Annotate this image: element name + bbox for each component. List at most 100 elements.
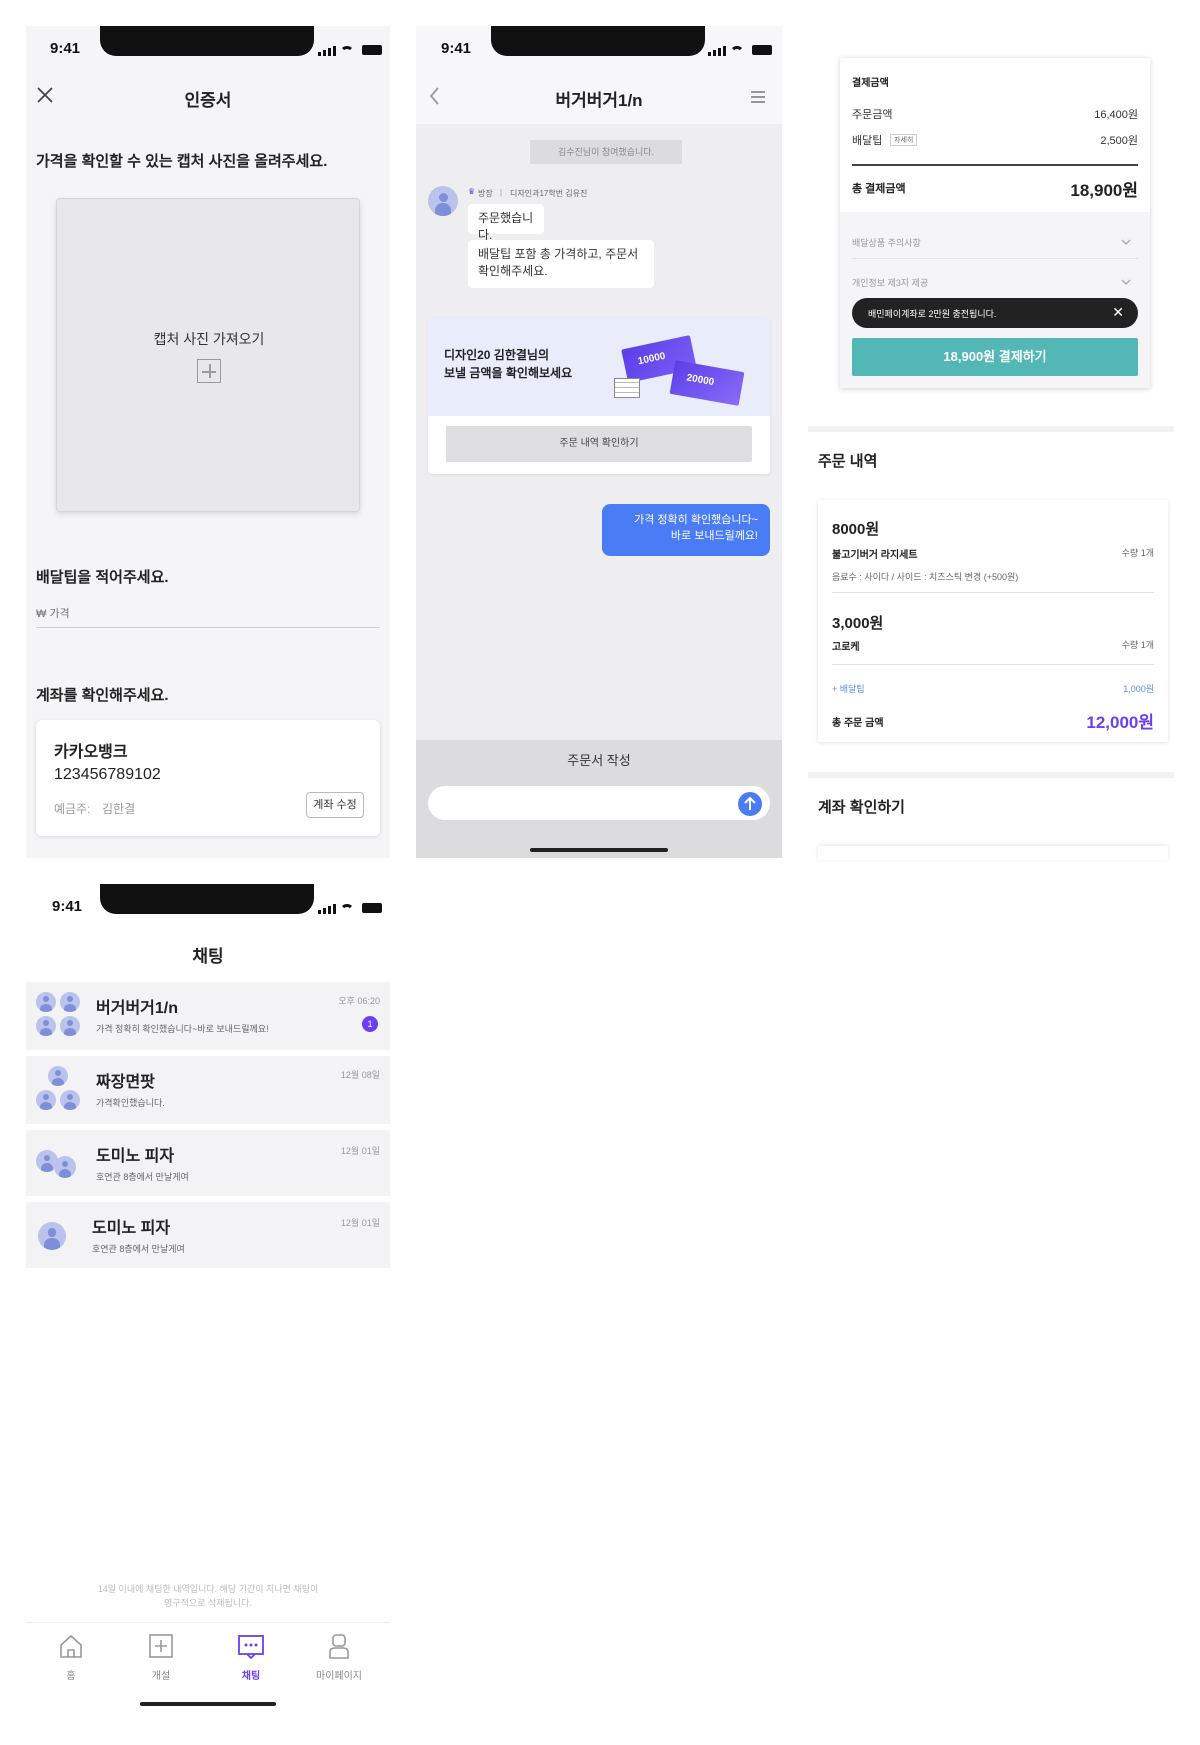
message-input[interactable] [428, 786, 770, 820]
notch [100, 26, 314, 56]
menu-icon[interactable] [750, 90, 766, 104]
message-bubble: 주문했습니다. [468, 204, 544, 242]
sender-name: 디자인과17학번 김유진 [510, 189, 588, 198]
chat-name: 짜장면팟 [96, 1074, 155, 1091]
tab-create[interactable]: 개설 [138, 1632, 184, 1682]
delivery-tip-label: 배달팁 [852, 135, 883, 147]
page-title: 인증서 [184, 91, 232, 110]
chat-name: 도미노 피자 [96, 1148, 175, 1165]
avatar [48, 1066, 68, 1086]
close-icon[interactable]: ✕ [1112, 304, 1124, 321]
avatar [36, 992, 56, 1012]
compose-order-button[interactable]: 주문서 작성 [416, 750, 782, 769]
chat-room-screen: 9:41 버거버거1/n 김수진님이 참여했습니다. ♛ 방장 | 디자인과17… [416, 26, 782, 858]
notch [491, 26, 705, 56]
ticket-amount: 10000 [637, 350, 667, 368]
sender-divider: | [500, 188, 503, 197]
my-message-bubble: 가격 정확히 확인했습니다~ 바로 보내드릴께요! [602, 504, 770, 556]
divider [832, 664, 1154, 665]
accordion-privacy[interactable]: 개인정보 제3자 제공 [852, 276, 928, 289]
chat-title: 버거버거1/n [555, 91, 643, 110]
chat-name: 버거버거1/n [96, 1000, 178, 1017]
tab-home[interactable]: 홈 [48, 1632, 94, 1682]
account-label: 계좌를 확인해주세요. [36, 687, 169, 704]
item-options: 음료수 : 사이다 / 사이드 : 치즈스틱 변경 (+500원) [832, 572, 1019, 582]
payment-screen: 결제금액 주문금액 16,400원 배달팁 자세히 2,500원 총 결제금액 … [808, 0, 1174, 860]
add-photo-icon[interactable] [197, 359, 221, 383]
tab-label: 홈 [66, 1671, 76, 1682]
chevron-down-icon[interactable] [1120, 234, 1132, 252]
avatar [36, 1090, 56, 1110]
notch [100, 884, 314, 914]
section-separator [808, 772, 1174, 778]
pay-button[interactable]: 18,900원 결제하기 [852, 338, 1138, 376]
coin-stack-icon [614, 378, 640, 398]
delivery-tip: 2,500원 [1100, 135, 1138, 147]
upload-capture-area[interactable]: 캡처 사진 가져오기 [56, 198, 360, 512]
tab-chat[interactable]: 채팅 [228, 1632, 274, 1682]
chat-list-item[interactable]: 도미노 피자 호연관 8층에서 만날게여 12월 01일 [26, 1202, 390, 1268]
chat-preview: 호연관 8층에서 만날게여 [96, 1172, 189, 1182]
chat-time: 12월 08일 [340, 1070, 380, 1080]
edit-account-button[interactable]: 계좌 수정 [306, 792, 364, 818]
order-card: 8000원 불고기버거 라지세트 수량 1개 음료수 : 사이다 / 사이드 :… [818, 500, 1168, 742]
notice-line: 14일 이내에 채팅한 내역입니다. 해당 기간이 지나면 채팅이 [97, 1584, 319, 1594]
sender-crown-icon: ♛ [468, 187, 476, 196]
message-line: 가격 정확히 확인했습니다~ [634, 514, 758, 526]
order-history-title: 주문 내역 [818, 453, 878, 470]
divider [852, 164, 1138, 166]
accordion-delivery-notice[interactable]: 배달상품 주의사항 [852, 236, 921, 249]
payment-card: 결제금액 주문금액 16,400원 배달팁 자세히 2,500원 총 결제금액 … [840, 58, 1150, 388]
avatar [60, 992, 80, 1012]
upload-instruction: 가격을 확인할 수 있는 캡처 사진을 올려주세요. [36, 153, 328, 170]
add-box-icon [149, 1634, 173, 1658]
send-button[interactable] [738, 792, 762, 816]
holder-name: 김한결 [102, 802, 136, 816]
divider [832, 592, 1154, 593]
delivery-tip-detail[interactable]: 자세히 [890, 134, 918, 146]
chat-icon [238, 1635, 264, 1660]
total-label: 총 결제금액 [852, 183, 906, 195]
section-separator [808, 426, 1174, 432]
tab-label: 개설 [151, 1671, 171, 1682]
status-time: 9:41 [50, 40, 81, 57]
chat-list-screen: 9:41 채팅 버거버거1/n 가격 정확히 확인했습니다~바로 보내드릴께요!… [26, 884, 390, 1720]
item-price: 8000원 [832, 521, 880, 538]
ticket-amount: 20000 [685, 372, 715, 389]
wifi-icon [730, 46, 744, 56]
item-name: 불고기버거 라지세트 [832, 550, 918, 561]
tab-label: 채팅 [241, 1671, 261, 1682]
avatar [60, 1016, 80, 1036]
chevron-down-icon[interactable] [1120, 274, 1132, 292]
divider [852, 258, 1138, 259]
bank-name: 카카오뱅크 [54, 744, 128, 761]
chat-preview: 호연관 8층에서 만날게여 [92, 1244, 185, 1254]
order-total-amount: 12,000원 [1086, 713, 1154, 732]
chat-time: 12월 01일 [340, 1146, 380, 1156]
settlement-text-line2: 보낼 금액을 확인해보세요 [444, 366, 573, 380]
chat-preview: 가격 정확히 확인했습니다~바로 보내드릴께요! [96, 1024, 269, 1034]
home-indicator [140, 1702, 276, 1706]
tab-mypage[interactable]: 마이페이지 [310, 1632, 368, 1682]
signal-icon [708, 46, 726, 56]
chat-list-item[interactable]: 짜장면팟 가격확인했습니다. 12월 08일 [26, 1056, 390, 1124]
chat-list-item[interactable]: 버거버거1/n 가격 정확히 확인했습니다~바로 보내드릴께요! 오후 06:2… [26, 982, 390, 1050]
unread-badge: 1 [362, 1016, 378, 1032]
chat-list-item[interactable]: 도미노 피자 호연관 8층에서 만날게여 12월 01일 [26, 1130, 390, 1196]
battery-icon [362, 903, 382, 913]
item-quantity: 수량 1개 [1121, 640, 1154, 650]
tip-input[interactable] [36, 600, 380, 628]
toast: 배민페이계좌로 2만원 충전됩니다. ✕ [852, 298, 1138, 328]
wifi-icon [340, 46, 354, 56]
settlement-card: 디자인20 김한결님의 보낼 금액을 확인해보세요 10000 20000 주문… [428, 318, 770, 474]
wifi-icon [340, 904, 354, 914]
tab-label: 마이페이지 [316, 1671, 362, 1682]
check-order-button[interactable]: 주문 내역 확인하기 [446, 426, 752, 462]
account-check-title: 계좌 확인하기 [818, 799, 905, 816]
avatar [38, 1222, 66, 1250]
chat-name: 도미노 피자 [92, 1220, 171, 1237]
notice-line: 영구적으로 삭제됩니다. [164, 1598, 252, 1608]
signal-icon [318, 904, 336, 914]
person-icon [329, 1634, 349, 1659]
delivery-tip-label: + 배달팁 [832, 684, 865, 694]
